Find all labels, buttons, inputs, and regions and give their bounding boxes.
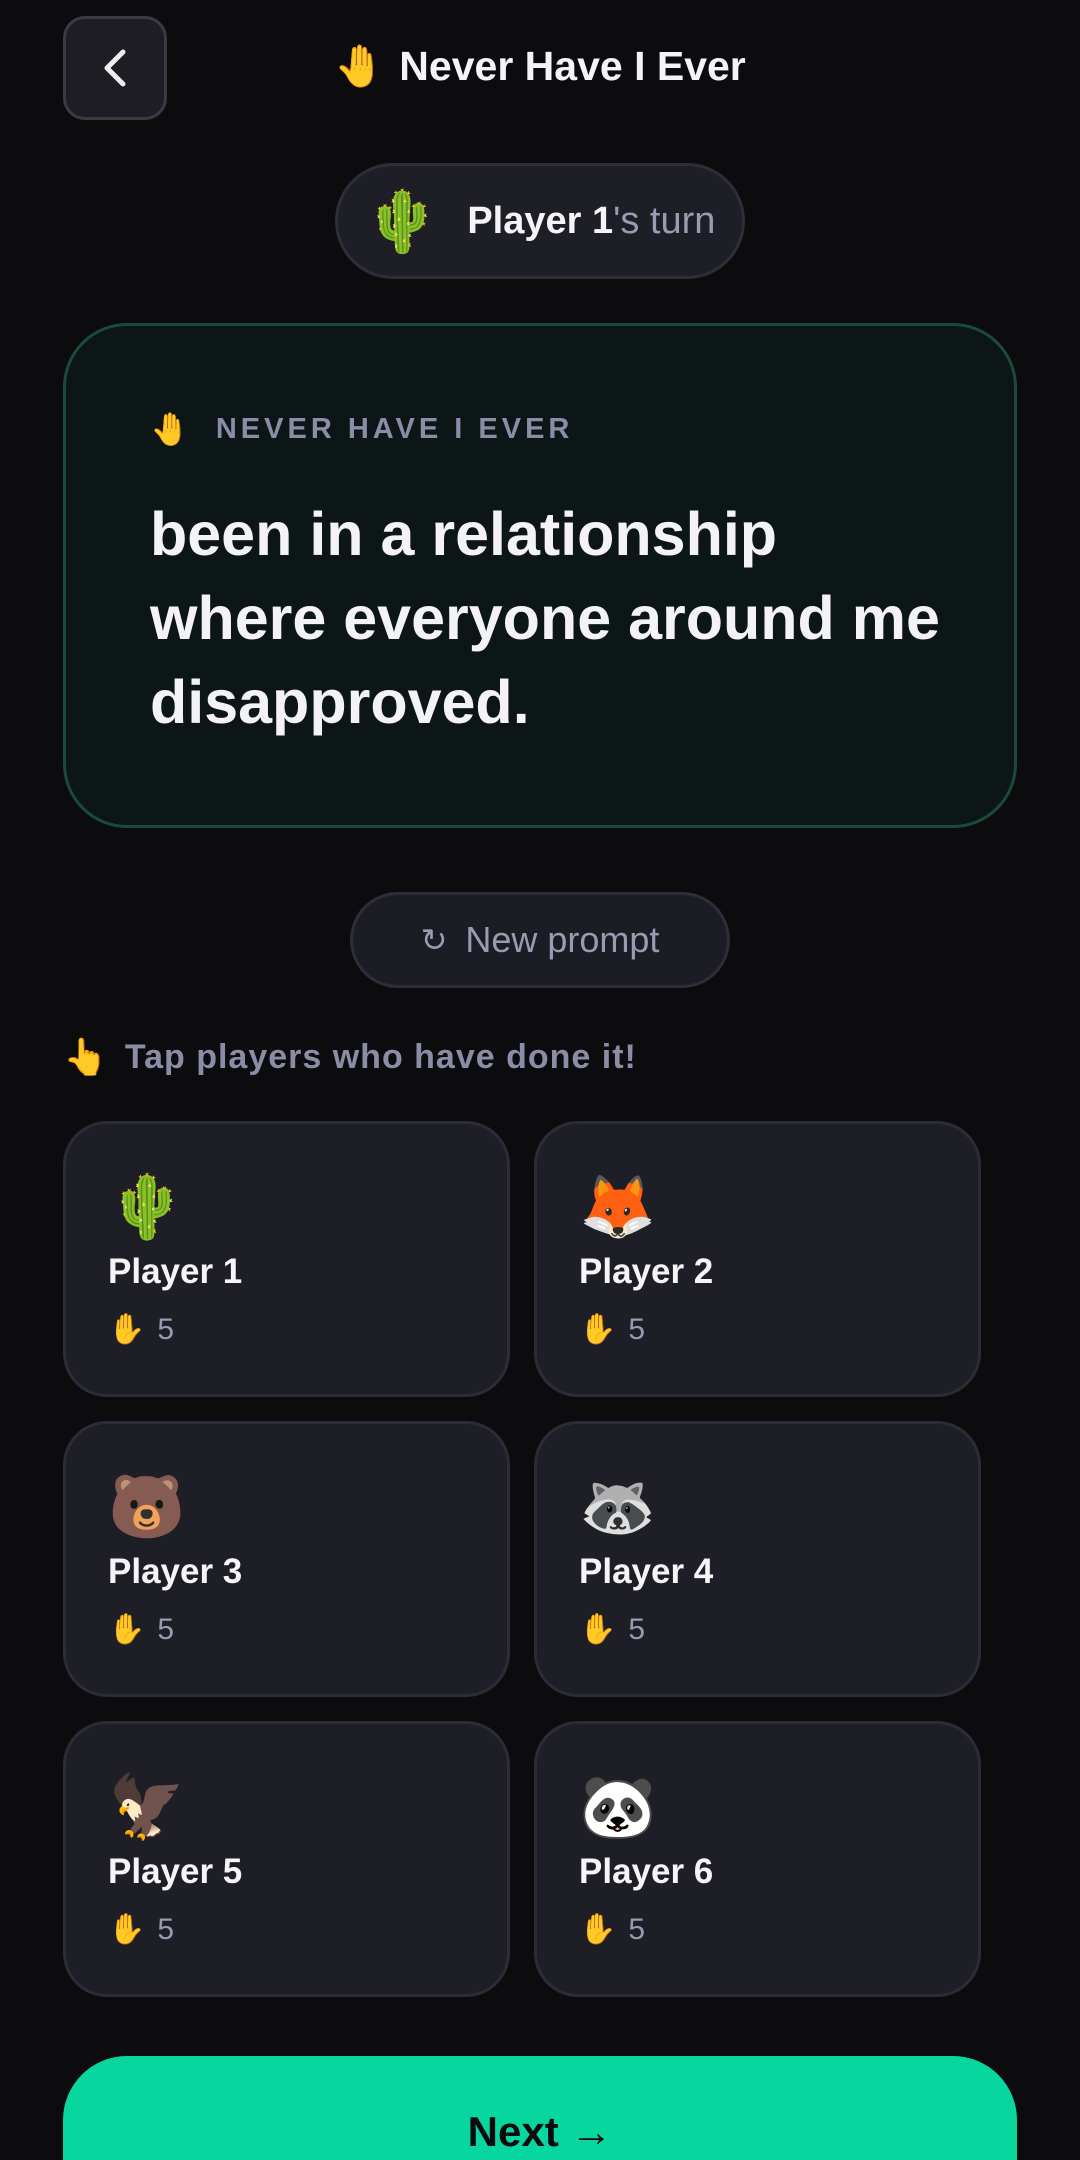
bear-avatar-icon: 🐻 xyxy=(108,1470,186,1543)
raccoon-avatar-icon: 🦝 xyxy=(579,1470,657,1543)
player-count-value: 5 xyxy=(628,1912,646,1946)
turn-suffix: 's turn xyxy=(613,199,716,242)
player-card-2[interactable]: 🦊 Player 2 ✋ 5 xyxy=(534,1121,981,1397)
turn-player-name: Player 1 xyxy=(467,199,614,242)
turn-label: Player 1's turn xyxy=(467,200,715,243)
prompt-kicker-text: NEVER HAVE I EVER xyxy=(215,412,574,445)
page-title-text: Never Have I Ever xyxy=(399,43,746,89)
player-name: Player 5 xyxy=(108,1852,243,1891)
game-screen: 🤚 Never Have I Ever 🌵 Player 1's turn 🤚 … xyxy=(0,0,1080,2160)
player-grid: 🌵 Player 1 ✋ 5 🦊 Player 2 ✋ 5 🐻 Player 3… xyxy=(63,1121,981,1997)
cactus-avatar-icon: 🌵 xyxy=(364,186,440,257)
hand-icon: ✋ xyxy=(579,1312,617,1347)
player-card-5[interactable]: 🦅 Player 5 ✋ 5 xyxy=(63,1721,510,1997)
cactus-avatar-icon: 🌵 xyxy=(108,1170,186,1243)
turn-indicator: 🌵 Player 1's turn xyxy=(335,163,745,279)
player-card-4[interactable]: 🦝 Player 4 ✋ 5 xyxy=(534,1421,981,1697)
player-card-3[interactable]: 🐻 Player 3 ✋ 5 xyxy=(63,1421,510,1697)
player-count: ✋ 5 xyxy=(108,1912,507,1947)
hand-icon: ✋ xyxy=(108,1912,146,1947)
player-card-1[interactable]: 🌵 Player 1 ✋ 5 xyxy=(63,1121,510,1397)
player-name: Player 4 xyxy=(579,1552,714,1591)
fox-avatar-icon: 🦊 xyxy=(579,1170,657,1243)
player-count-value: 5 xyxy=(157,1912,175,1946)
hand-icon: ✋ xyxy=(108,1312,146,1347)
prompt-text: been in a relationship where everyone ar… xyxy=(150,500,940,736)
player-card-6[interactable]: 🐼 Player 6 ✋ 5 xyxy=(534,1721,981,1997)
pointing-up-icon: 👆 xyxy=(63,1037,109,1078)
next-button[interactable]: Next → xyxy=(63,2056,1017,2160)
player-count: ✋ 5 xyxy=(108,1312,507,1347)
player-name: Player 1 xyxy=(108,1252,243,1291)
prompt-kicker: 🤚 NEVER HAVE I EVER xyxy=(150,410,930,448)
player-count-value: 5 xyxy=(157,1612,175,1646)
player-count: ✋ 5 xyxy=(108,1612,507,1647)
player-count-value: 5 xyxy=(628,1612,646,1646)
player-count: ✋ 5 xyxy=(579,1312,978,1347)
eagle-avatar-icon: 🦅 xyxy=(108,1770,186,1843)
player-name: Player 2 xyxy=(579,1252,714,1291)
player-count-value: 5 xyxy=(628,1312,646,1346)
player-name: Player 6 xyxy=(579,1852,714,1891)
tap-hint-text: Tap players who have done it! xyxy=(124,1037,637,1076)
hand-icon: ✋ xyxy=(108,1612,146,1647)
next-label: Next → xyxy=(467,2108,613,2155)
raised-hand-icon: 🤚 xyxy=(150,410,194,448)
hand-icon: ✋ xyxy=(579,1612,617,1647)
new-prompt-button[interactable]: ↻ New prompt xyxy=(350,892,730,988)
new-prompt-label: New prompt xyxy=(465,919,660,960)
player-count: ✋ 5 xyxy=(579,1612,978,1647)
hand-icon: ✋ xyxy=(579,1912,617,1947)
player-count-value: 5 xyxy=(157,1312,175,1346)
prompt-card: 🤚 NEVER HAVE I EVER been in a relationsh… xyxy=(63,323,1017,828)
page-title: 🤚 Never Have I Ever xyxy=(0,42,1080,91)
player-count: ✋ 5 xyxy=(579,1912,978,1947)
player-name: Player 3 xyxy=(108,1552,243,1591)
refresh-icon: ↻ xyxy=(420,922,448,958)
panda-avatar-icon: 🐼 xyxy=(579,1770,657,1843)
raised-hand-icon: 🤚 xyxy=(334,42,386,90)
tap-hint: 👆 Tap players who have done it! xyxy=(63,1036,637,1078)
